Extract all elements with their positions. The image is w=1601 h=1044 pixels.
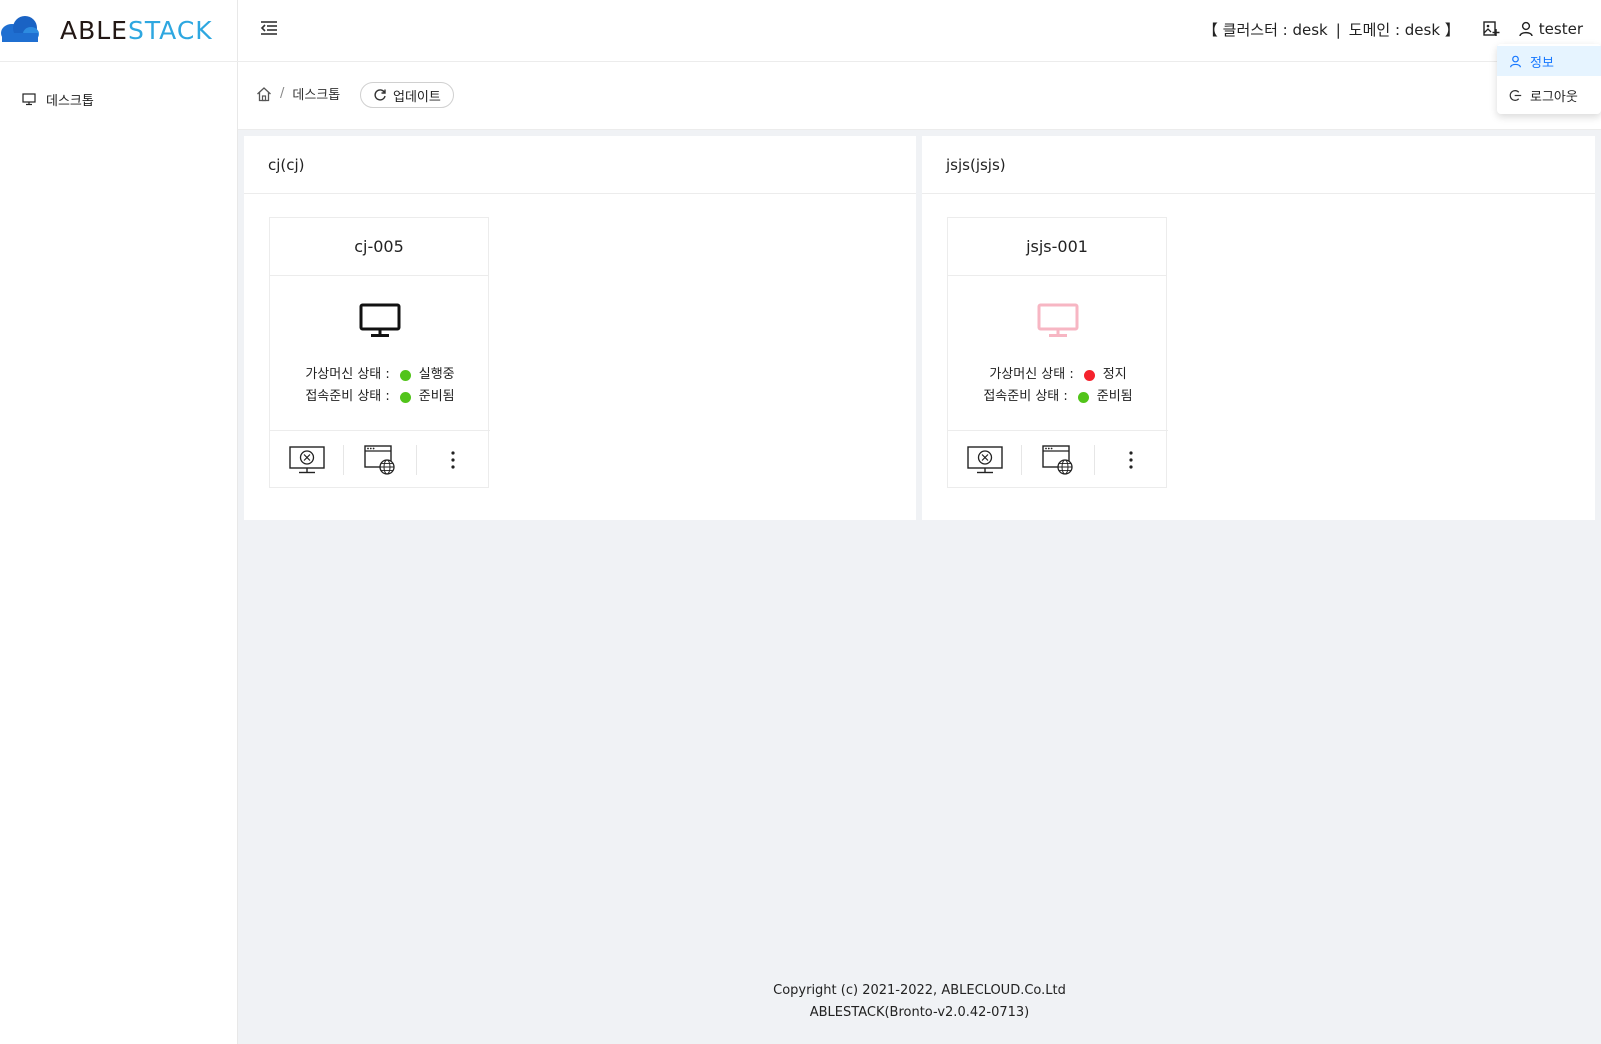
copyright-text: Copyright (c) 2021-2022, ABLECLOUD.Co.Lt…: [773, 983, 1066, 998]
more-vertical-icon: [450, 450, 455, 469]
status-dot: [399, 369, 411, 381]
header-right: 【 클러스터 : desk | 도메인 : desk 】 tester: [1203, 18, 1583, 40]
brand-name-part2: STACK: [127, 16, 213, 45]
monitor-icon: [1037, 303, 1079, 337]
vm-card: cj-005 가상머신 상태 : 실행중 접속준비 상태 : 준비됨: [269, 217, 490, 488]
conn-state-label: 접속준비 상태 :: [305, 389, 390, 404]
logo[interactable]: ABLESTACK: [0, 0, 238, 62]
more-options-button[interactable]: [416, 431, 489, 489]
breadcrumb-current: 데스크톱: [292, 88, 341, 103]
menu-item-logout[interactable]: 로그아웃: [1497, 80, 1601, 110]
vm-state-row: 가상머신 상태 : 정지: [948, 364, 1168, 386]
domain-label: 도메인 : desk 】: [1348, 20, 1460, 39]
home-icon[interactable]: [256, 86, 272, 102]
footer: Copyright (c) 2021-2022, ABLECLOUD.Co.Lt…: [238, 980, 1601, 1024]
header: 【 클러스터 : desk | 도메인 : desk 】 tester: [238, 0, 1601, 62]
desktop-icon: [22, 93, 36, 106]
status-dot: [399, 391, 411, 403]
vm-state-label: 가상머신 상태 :: [989, 367, 1074, 382]
vm-status: 가상머신 상태 : 정지 접속준비 상태 : 준비됨: [948, 364, 1168, 408]
desktop-group: cj(cj) cj-005 가상머신 상태 : 실행중 접속준비 상태 : 준비…: [244, 136, 916, 520]
more-options-button[interactable]: [1094, 431, 1167, 489]
browser-globe-icon: [1041, 444, 1073, 475]
update-button[interactable]: 업데이트: [360, 82, 454, 108]
vm-card: jsjs-001 가상머신 상태 : 정지 접속준비 상태 : 준비됨: [947, 217, 1168, 488]
remote-desktop-button[interactable]: [948, 431, 1021, 489]
vm-state-label: 가상머신 상태 :: [305, 367, 390, 382]
browser-globe-icon: [363, 444, 395, 475]
main-content: / 데스크톱 업데이트 cj(cj) cj-005 가상머신 상태 : 실행중 …: [238, 62, 1601, 1044]
sidebar: ABLESTACK 데스크톱: [0, 0, 238, 1044]
sidebar-item-desktop[interactable]: 데스크톱: [0, 84, 237, 114]
conn-state-row: 접속준비 상태 : 준비됨: [270, 386, 490, 408]
vm-state-value: 정지: [1102, 367, 1127, 382]
user-icon: [1519, 21, 1533, 37]
monitor-icon: [359, 303, 401, 337]
status-dot: [1077, 391, 1089, 403]
more-vertical-icon: [1128, 450, 1133, 469]
breadcrumb-separator: /: [280, 86, 285, 101]
user-dropdown-menu: 정보 로그아웃: [1497, 44, 1601, 114]
vm-state-row: 가상머신 상태 : 실행중: [270, 364, 490, 386]
vm-name: jsjs-001: [948, 218, 1166, 276]
menu-item-label: 정보: [1530, 55, 1554, 71]
conn-state-value: 준비됨: [1096, 389, 1133, 404]
context-separator: |: [1335, 20, 1341, 39]
brand-name: ABLESTACK: [60, 16, 213, 46]
version-text: ABLESTACK(Bronto-v2.0.42-0713): [809, 1005, 1030, 1020]
web-console-button[interactable]: [343, 431, 416, 489]
desktop-group: jsjs(jsjs) jsjs-001 가상머신 상태 : 정지 접속준비 상태…: [922, 136, 1595, 520]
vm-actions: [948, 430, 1168, 488]
cluster-label: 【 클러스터 : desk: [1202, 20, 1328, 39]
menu-item-info[interactable]: 정보: [1497, 46, 1601, 76]
logout-icon: [1509, 89, 1522, 101]
vm-status: 가상머신 상태 : 실행중 접속준비 상태 : 준비됨: [270, 364, 490, 408]
update-button-label: 업데이트: [393, 89, 441, 105]
remote-desktop-icon: [966, 445, 1003, 473]
user-icon: [1510, 55, 1521, 67]
user-menu-trigger[interactable]: tester: [1518, 20, 1583, 38]
vm-name: cj-005: [270, 218, 488, 276]
vm-state-value: 실행중: [418, 367, 455, 382]
image-add-icon[interactable]: [1482, 20, 1500, 38]
cloud-logo-icon: [1, 16, 39, 42]
sidebar-item-label: 데스크톱: [46, 93, 94, 109]
menu-fold-icon[interactable]: [258, 17, 280, 39]
conn-state-row: 접속준비 상태 : 준비됨: [948, 386, 1168, 408]
remote-desktop-button[interactable]: [270, 431, 343, 489]
group-title: cj(cj): [244, 136, 916, 194]
vm-actions: [270, 430, 490, 488]
group-title: jsjs(jsjs): [922, 136, 1595, 194]
menu-item-label: 로그아웃: [1530, 89, 1578, 105]
conn-state-value: 준비됨: [418, 389, 455, 404]
username: tester: [1538, 20, 1583, 38]
page-header: / 데스크톱 업데이트: [238, 62, 1601, 130]
reload-icon: [374, 89, 386, 101]
conn-state-label: 접속준비 상태 :: [983, 389, 1068, 404]
status-dot: [1083, 369, 1095, 381]
brand-name-part1: ABLE: [60, 16, 128, 45]
remote-desktop-icon: [288, 445, 325, 473]
breadcrumb: / 데스크톱: [256, 84, 340, 103]
web-console-button[interactable]: [1021, 431, 1094, 489]
cluster-domain-context: 【 클러스터 : desk | 도메인 : desk 】: [1203, 19, 1460, 40]
